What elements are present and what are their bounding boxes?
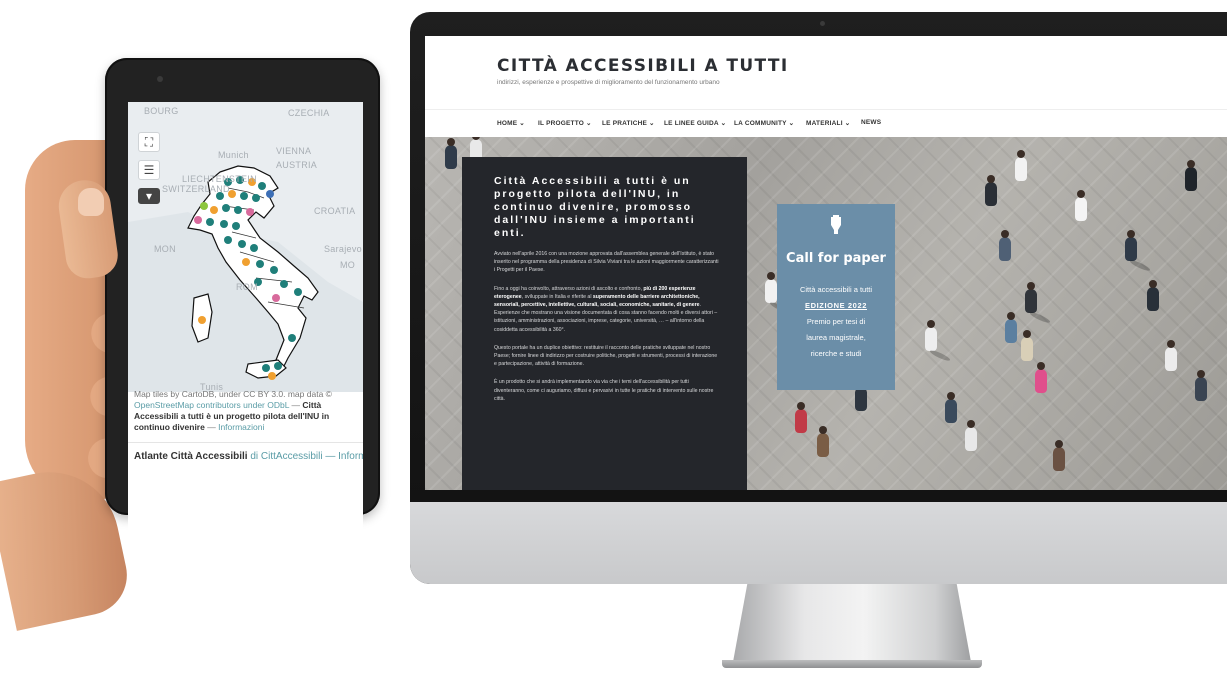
site-header: CITTÀ ACCESSIBILI A TUTTI indirizzi, esp… (425, 36, 1227, 109)
map-label: ROM (236, 282, 258, 292)
monitor-screen: CITTÀ ACCESSIBILI A TUTTI indirizzi, esp… (425, 36, 1227, 490)
cfp-title: Call for paper (786, 251, 886, 266)
cfp-line: Premio per tesi di (806, 317, 866, 326)
osm-link[interactable]: OpenStreetMap contributors under ODbL (134, 400, 289, 410)
nav-materiali[interactable]: MATERIALI ⌄ (806, 119, 850, 127)
attribution-prefix: Map tiles by CartoDB, under CC BY 3.0. m… (134, 389, 332, 399)
nav-le-pratiche[interactable]: LE PRATICHE ⌄ (602, 119, 655, 127)
main-navigation: HOME ⌄ IL PROGETTO ⌄ LE PRATICHE ⌄ LE LI… (425, 109, 1227, 137)
atlante-author-link[interactable]: di CittAccessibili (248, 451, 322, 462)
crowd-person (1147, 280, 1159, 311)
crowd-person (1075, 190, 1087, 221)
map-label: LIECHTENSTEIN (182, 174, 257, 184)
crowd-person (925, 320, 937, 351)
crowd-person (445, 138, 457, 169)
atlante-sep: — (322, 451, 339, 462)
fullscreen-icon[interactable]: ⛶ (138, 132, 160, 152)
nav-home[interactable]: HOME ⌄ (497, 119, 525, 127)
map-label: CZECHIA (288, 108, 330, 118)
intro-heading: Città Accessibili a tutti è un progetto … (494, 175, 696, 239)
crowd-person (999, 230, 1011, 261)
italy-map[interactable]: BOURG CZECHIA Munich VIENNA AUSTRIA LIEC… (128, 102, 363, 392)
map-label: Munich (218, 150, 249, 160)
tablet-camera (157, 76, 163, 82)
intro-p2-part: Fino a oggi ha coinvolto, attraverso azi… (494, 285, 644, 292)
crowd-person (1035, 362, 1047, 393)
crowd-person (1053, 440, 1065, 471)
attribution-sep: — (204, 422, 219, 432)
map-label: MO (340, 260, 356, 270)
crowd-person (1165, 340, 1177, 371)
map-label: AUSTRIA (276, 160, 318, 170)
dropdown-icon[interactable]: ▾ (138, 188, 160, 204)
site-title[interactable]: CITTÀ ACCESSIBILI A TUTTI (497, 56, 789, 76)
crowd-shadow (1028, 310, 1052, 325)
crowd-person (1005, 312, 1017, 343)
intro-p2-part: , sviluppate in Italia e riferite al (521, 293, 593, 300)
intro-paragraph-3: Questo portale ha un duplice obiettivo: … (494, 344, 718, 368)
crowd-person (1195, 370, 1207, 401)
intro-panel: Città Accessibili a tutti è un progetto … (462, 157, 747, 490)
crowd-shadow (1128, 258, 1152, 273)
monitor-camera (820, 21, 825, 26)
hero-crowd-photo: Città Accessibili a tutti è un progetto … (425, 137, 1227, 490)
intro-paragraph-2: Fino a oggi ha coinvolto, attraverso azi… (494, 285, 719, 334)
map-attribution: Map tiles by CartoDB, under CC BY 3.0. m… (134, 389, 359, 433)
desktop-monitor: CITTÀ ACCESSIBILI A TUTTI indirizzi, esp… (410, 12, 1227, 584)
map-label: VIENNA (276, 146, 312, 156)
map-label: SWITZERLAND (162, 184, 230, 194)
attribution-sep: — (289, 400, 303, 410)
map-label: BOURG (144, 106, 179, 116)
layers-icon[interactable]: ☰ (138, 160, 160, 180)
monitor-chin (410, 502, 1227, 584)
atlante-title: Atlante Città Accessibili (134, 451, 248, 462)
atlante-info-link[interactable]: Informazioni (338, 451, 363, 462)
nav-le-linee-guida[interactable]: LE LINEE GUIDA ⌄ (664, 119, 726, 127)
cfp-line: laurea magistrale, (806, 333, 866, 342)
tablet-screen: BOURG CZECHIA Munich VIENNA AUSTRIA LIEC… (128, 102, 363, 532)
crowd-person (1015, 150, 1027, 181)
crowd-person (765, 272, 777, 303)
map-label: MON (154, 244, 176, 254)
tablet-device: BOURG CZECHIA Munich VIENNA AUSTRIA LIEC… (105, 58, 380, 532)
call-for-paper-box[interactable]: Call for paper Città accessibili a tutti… (777, 204, 895, 390)
map-label: CROATIA (314, 206, 356, 216)
nav-la-community[interactable]: LA COMMUNITY ⌄ (734, 119, 794, 127)
crowd-person (1021, 330, 1033, 361)
site-subtitle: indirizzi, esperienze e prospettive di m… (497, 79, 720, 86)
crowd-person (855, 380, 867, 411)
atlante-bar: Atlante Città Accessibili di CittAccessi… (128, 442, 363, 472)
monitor-stand-base (722, 660, 982, 668)
crowd-person (1185, 160, 1197, 191)
crowd-person (795, 402, 807, 433)
cfp-edition-link[interactable]: EDIZIONE 2022 (777, 298, 895, 314)
nav-news[interactable]: NEWS (861, 119, 881, 126)
crowd-person (1025, 282, 1037, 313)
intro-paragraph-1: Avviato nell'aprile 2016 con una mozione… (494, 251, 719, 274)
crowd-person (1125, 230, 1137, 261)
crowd-person (945, 392, 957, 423)
crowd-person (985, 175, 997, 206)
intro-paragraph-4: È un prodotto che si andrà implementando… (494, 379, 714, 402)
map-label: Sarajevo (324, 244, 362, 254)
nav-il-progetto[interactable]: IL PROGETTO ⌄ (538, 119, 592, 127)
monitor-stand (733, 584, 971, 662)
hand-pointer-icon (777, 215, 895, 239)
crowd-person (817, 426, 829, 457)
hand-thumbnail (78, 188, 104, 216)
cfp-line: ricerche e studi (810, 349, 862, 358)
crowd-shadow (928, 348, 952, 363)
crowd-person (965, 420, 977, 451)
info-link[interactable]: Informazioni (218, 422, 264, 432)
cfp-line: Città accessibili a tutti (799, 285, 873, 294)
